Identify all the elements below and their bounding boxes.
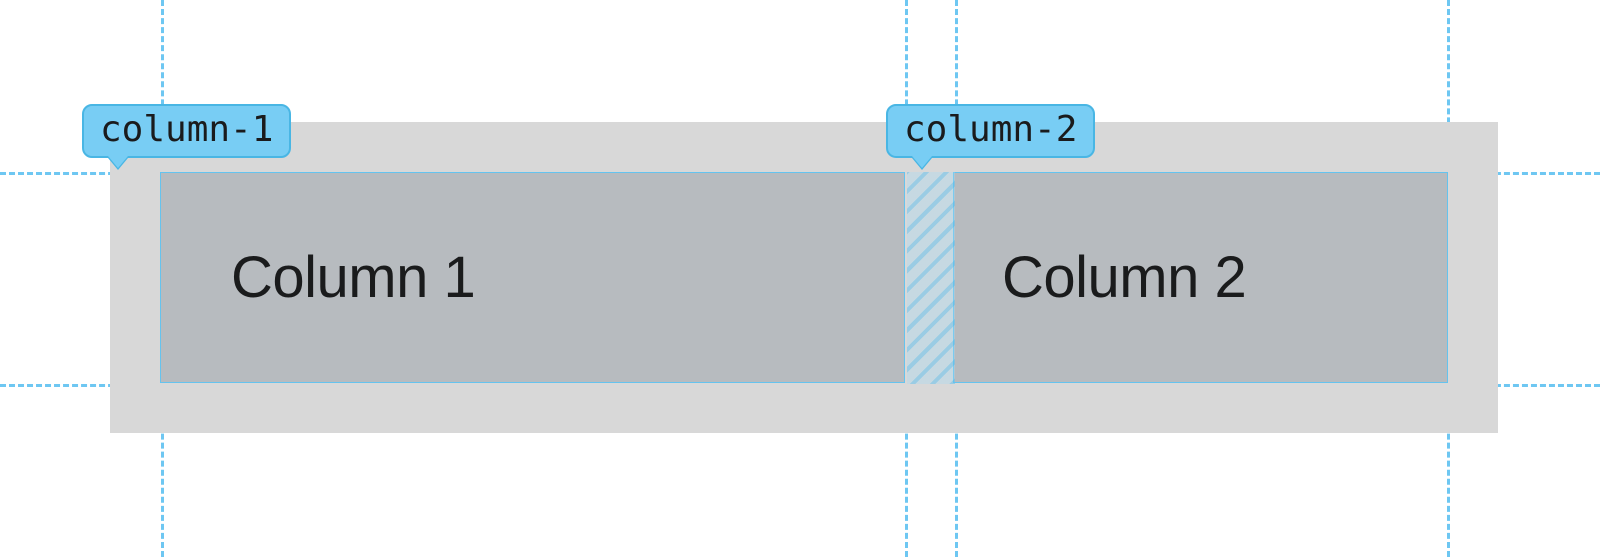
grid-cell-column-2: Column 2: [953, 172, 1448, 383]
grid-cell-label: Column 2: [1002, 244, 1246, 311]
grid-container: Column 1 Column 2: [110, 122, 1498, 433]
grid-track-badge-column-1[interactable]: column-1: [82, 104, 291, 158]
grid-cell-column-1: Column 1: [160, 172, 905, 383]
grid-cell-label: Column 1: [231, 244, 475, 311]
grid-track-badge-column-2[interactable]: column-2: [886, 104, 1095, 158]
